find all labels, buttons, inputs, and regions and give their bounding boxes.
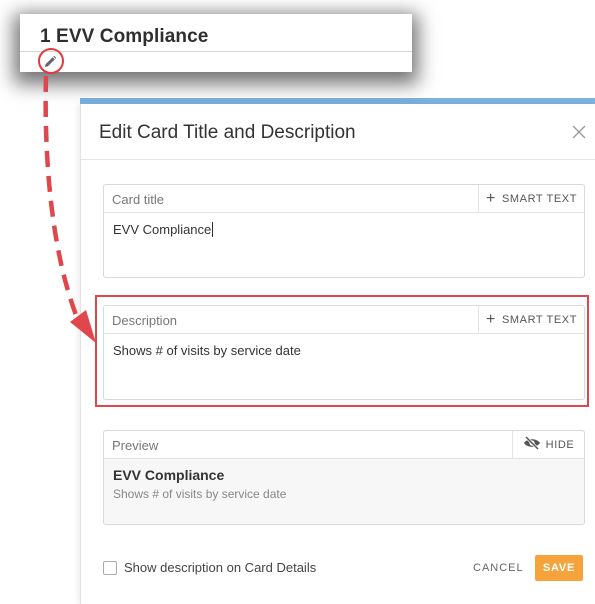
annotation-arrow xyxy=(43,75,96,343)
arrow-dashed-line xyxy=(43,75,81,321)
arrow-head xyxy=(70,310,96,343)
